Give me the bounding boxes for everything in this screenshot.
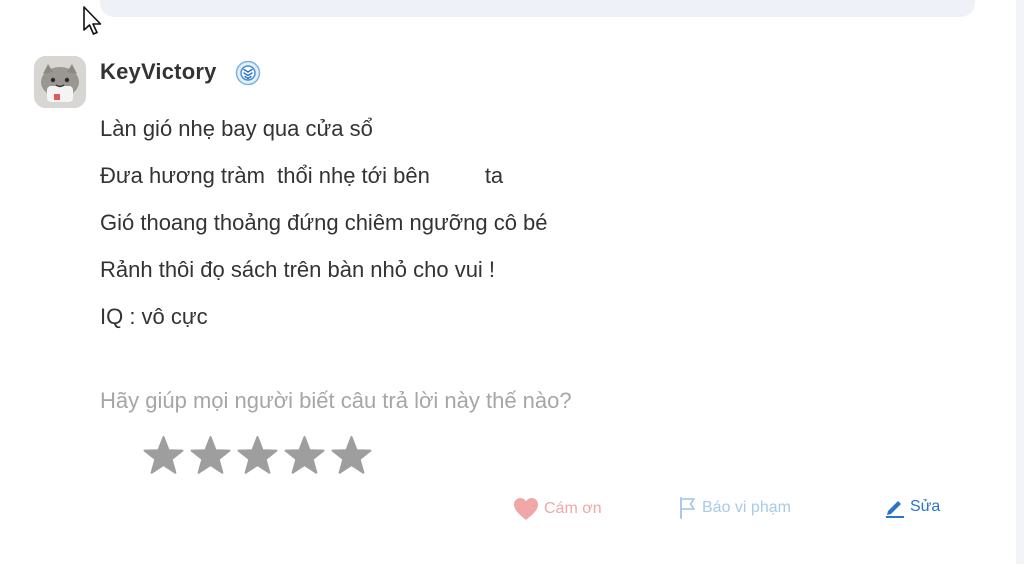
answer-text-line: IQ : vô cực xyxy=(100,304,208,329)
flag-icon xyxy=(680,497,695,519)
thanks-label: Cám ơn xyxy=(544,500,602,517)
avatar-cat-icon xyxy=(34,56,86,108)
answer-page: KeyVictory Làn gió nhẹ bay qua cửa sổ Đư… xyxy=(0,0,1024,564)
answer-text-line: Đưa hương tràm thổi nhẹ tới bên ta xyxy=(100,163,504,188)
star-icon[interactable] xyxy=(140,432,187,480)
report-button[interactable]: Báo vi phạm xyxy=(678,496,791,520)
thanks-button[interactable]: Cám ơn xyxy=(512,496,602,522)
pencil-icon xyxy=(886,501,904,518)
answer-text-line: Rảnh thôi đọ sách trên bàn nhỏ cho vui ! xyxy=(100,257,496,282)
previous-content-box xyxy=(100,0,975,17)
answer-text-line: Gió thoang thoảng đứng chiêm ngưỡng cô b… xyxy=(100,210,548,235)
heart-icon xyxy=(514,498,538,520)
edit-button[interactable]: Sửa xyxy=(884,496,940,518)
edit-label: Sửa xyxy=(910,498,941,515)
mouse-cursor-icon xyxy=(83,6,102,35)
star-rating[interactable] xyxy=(140,432,375,480)
star-icon[interactable] xyxy=(328,432,375,480)
star-icon[interactable] xyxy=(234,432,281,480)
scrollbar-track[interactable] xyxy=(1016,0,1024,564)
star-icon[interactable] xyxy=(187,432,234,480)
username[interactable]: KeyVictory xyxy=(100,59,217,85)
avatar[interactable] xyxy=(34,56,86,108)
report-label: Báo vi phạm xyxy=(702,499,791,516)
star-icon[interactable] xyxy=(281,432,328,480)
answer-text-line: Làn gió nhẹ bay qua cửa sổ xyxy=(100,116,373,141)
rating-prompt: Hãy giúp mọi người biết câu trả lời này … xyxy=(100,388,572,413)
verified-badge-icon xyxy=(235,60,261,86)
